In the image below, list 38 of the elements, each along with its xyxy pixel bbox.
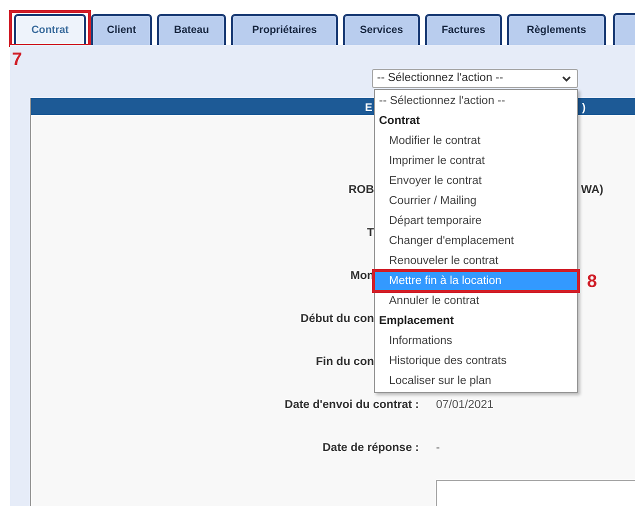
tab[interactable]: Services <box>343 14 420 45</box>
option-group-label: Contrat <box>378 114 421 129</box>
field-label: Date de réponse : <box>322 441 419 456</box>
tab[interactable]: Factures <box>425 14 502 45</box>
step-number: 8 <box>587 271 598 291</box>
dropdown-option[interactable]: Imprimer le contrat <box>375 151 577 171</box>
header-text: ) <box>582 101 586 116</box>
field-value: - <box>436 441 440 456</box>
tab[interactable]: Bateau <box>157 14 226 45</box>
field-label: T <box>366 226 374 242</box>
dropdown-option[interactable]: Annuler le contrat <box>375 291 577 311</box>
dropdown-option[interactable]: -- Sélectionnez l'action -- <box>375 91 577 111</box>
tab[interactable]: Règlements <box>507 14 606 45</box>
option-group-label: Emplacement <box>378 314 455 329</box>
header-text: E <box>365 101 372 116</box>
field-value: 07/01/2021 <box>436 398 494 414</box>
tab[interactable]: Propriétaires <box>231 14 338 45</box>
field-label: ROB <box>348 183 374 198</box>
dropdown-option[interactable]: Renouveler le contrat <box>375 251 577 271</box>
field-label: Fin du con <box>316 355 374 370</box>
dropdown-option[interactable]: Historique des contrats <box>375 351 577 371</box>
dropdown-option[interactable]: Localiser sur le plan <box>375 371 577 391</box>
dropdown-option[interactable]: Courrier / Mailing <box>375 191 577 211</box>
dropdown-option[interactable]: Envoyer le contrat <box>375 171 577 191</box>
dropdown-option[interactable]: Informations <box>375 331 577 351</box>
tab[interactable] <box>613 13 635 45</box>
field-label: Début du con <box>300 312 374 328</box>
select-value: -- Sélectionnez l'action -- <box>377 70 504 86</box>
tab[interactable]: Client <box>91 14 152 45</box>
tab[interactable]: Contrat <box>14 14 86 45</box>
dropdown-option[interactable]: Départ temporaire <box>375 211 577 231</box>
field-label: Date d'envoi du contrat : <box>284 398 419 414</box>
field-label: WA) <box>581 183 604 198</box>
chevron-icon <box>562 76 571 82</box>
dropdown-option[interactable]: Modifier le contrat <box>375 131 577 151</box>
dropdown-option[interactable]: Changer d'emplacement <box>375 231 577 251</box>
step-number: 7 <box>12 50 22 68</box>
action-select[interactable]: -- Sélectionnez l'action -- <box>372 69 578 88</box>
